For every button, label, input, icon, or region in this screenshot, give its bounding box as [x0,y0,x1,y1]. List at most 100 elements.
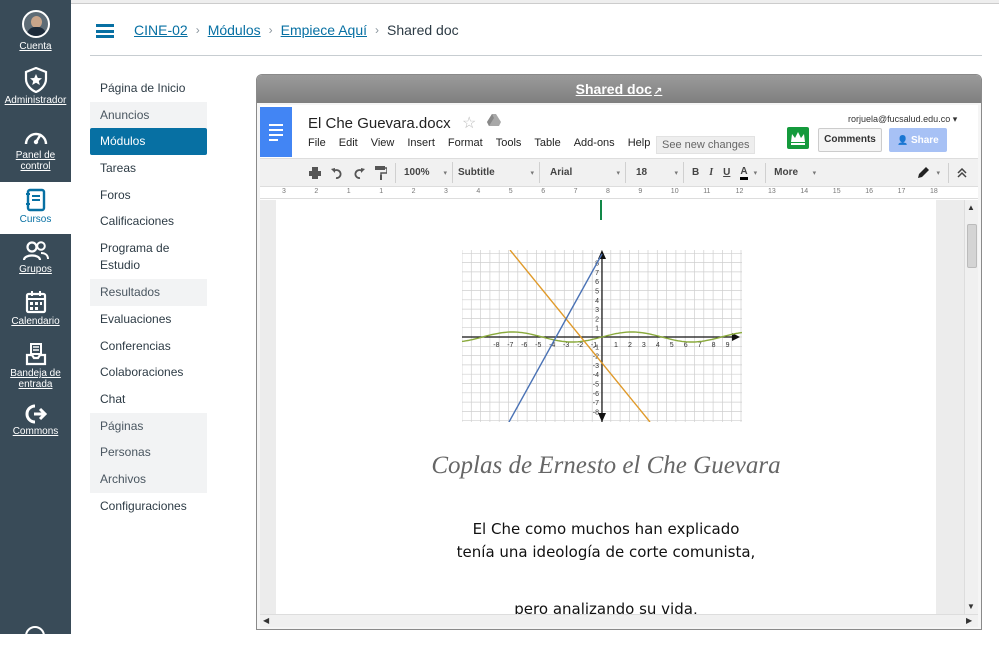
document-line[interactable]: El Che como muchos han explicado [276,520,936,538]
global-nav-groups[interactable]: Grupos [0,240,71,275]
user-email-menu[interactable]: rorjuela@fucsalud.edu.co ▾ [848,114,957,125]
scrollbar-thumb[interactable] [967,224,977,268]
global-nav-label: Cuenta [19,41,52,52]
graph-tick-label: 4 [595,298,599,305]
vertical-scrollbar[interactable]: ▲ ▼ [964,200,978,614]
italic-button[interactable]: I [704,162,718,183]
share-button[interactable]: 👤 Share [889,128,947,152]
document-name[interactable]: El Che Guevara.docx [308,115,451,132]
pen-icon[interactable]: ▾ [911,162,945,183]
comments-button[interactable]: Comments [818,128,882,152]
underline-button[interactable]: U [718,162,735,183]
text-color-button[interactable]: A ▾ [735,162,762,183]
course-nav-files[interactable]: Archivos [90,465,207,493]
scroll-right-icon[interactable]: ▶ [966,616,972,625]
document-title[interactable]: Coplas de Ernesto el Che Guevara [276,452,936,480]
undo-icon[interactable] [326,162,348,183]
menu-view[interactable]: View [371,137,395,149]
course-nav-settings[interactable]: Configuraciones [90,493,207,520]
ruler-label: 11 [703,188,711,195]
document-line[interactable]: tenía una ideología de corte comunista, [276,543,936,561]
drive-folder-icon[interactable] [487,114,501,126]
embedded-doc-frame: Shared doc ↗ El Che Guevara.docx ☆ File E… [256,74,982,630]
global-nav-account[interactable]: Cuenta [0,10,71,52]
course-nav-syllabus[interactable]: Programa de Estudio [90,235,207,279]
paint-format-icon[interactable] [370,162,392,183]
course-nav-assignments[interactable]: Tareas [90,155,207,182]
star-icon[interactable]: ☆ [462,113,476,133]
frame-title-link[interactable]: Shared doc [576,81,652,97]
graph-tick-label: -5 [535,342,541,349]
horizontal-scrollbar[interactable]: ◀ ▶ [260,614,978,627]
scroll-left-icon[interactable]: ◀ [263,616,269,625]
course-nav-collaborations[interactable]: Colaboraciones [90,359,207,386]
course-nav-quizzes[interactable]: Evaluaciones [90,306,207,333]
font-select[interactable]: Arial ▾ [540,162,626,183]
more-menu[interactable]: More ▾ [769,162,821,183]
menu-insert[interactable]: Insert [407,137,435,149]
course-nav-modules[interactable]: Módulos [90,128,207,156]
graph-tick-label: 6 [684,342,688,349]
global-nav-commons[interactable]: Commons [0,404,71,437]
collapse-toolbar-icon[interactable] [952,162,972,183]
header-divider [90,55,982,56]
graph-tick-label: -1 [593,344,599,351]
graph-tick-label: -7 [593,400,599,407]
docs-logo-icon[interactable] [260,107,292,157]
ruler-label: 10 [670,188,679,195]
breadcrumb-start-here[interactable]: Empiece Aquí [281,22,367,38]
course-nav-discussions[interactable]: Foros [90,182,207,209]
menu-table[interactable]: Table [534,137,560,149]
course-nav-outcomes[interactable]: Resultados [90,279,207,306]
graph-tick-label: 1 [595,326,599,333]
help-icon[interactable] [25,626,45,646]
caret-down-icon: ▾ [616,169,620,177]
scroll-down-icon[interactable]: ▼ [967,602,975,611]
ruler-label: 2 [411,188,416,195]
document-line[interactable]: pero analizando su vida, [276,600,936,614]
graph-tick-label: 7 [595,270,599,277]
global-nav-inbox[interactable]: Bandeja de entrada [0,342,71,390]
course-nav-people[interactable]: Personas [90,439,207,466]
breadcrumb-modules[interactable]: Módulos [208,22,261,38]
caret-down-icon: ▾ [753,169,758,177]
menu-tools[interactable]: Tools [496,137,522,149]
print-icon[interactable] [304,162,326,183]
caret-down-icon: ▾ [443,169,447,177]
global-nav-admin[interactable]: Administrador [0,67,71,106]
font-size-select[interactable]: 18 ▾ [626,162,684,183]
scroll-up-icon[interactable]: ▲ [967,203,975,212]
document-page[interactable]: -8-7-6-5-4-3-2-112345678987654321-1-2-3-… [276,200,936,614]
course-nav-pages[interactable]: Páginas [90,412,207,440]
course-nav-home[interactable]: Página de Inicio [90,75,207,102]
style-value: Subtitle [458,167,495,178]
global-nav-calendar[interactable]: Calendario [0,290,71,327]
redo-icon[interactable] [348,162,370,183]
menu-addons[interactable]: Add-ons [574,137,615,149]
graph-tick-label: 1 [614,342,618,349]
course-nav-grades[interactable]: Calificaciones [90,208,207,235]
see-new-changes-button[interactable]: See new changes [656,136,756,154]
ruler: 3 2 1 1 2 3 4 5 6 7 8 9 10 11 12 13 14 15 16 17 18 [260,187,978,199]
bold-label: B [692,167,700,178]
course-nav-announcements[interactable]: Anuncios [90,101,207,129]
graph-tick-label: -3 [563,342,569,349]
style-select[interactable]: Subtitle ▾ [453,162,540,183]
course-nav-chat[interactable]: Chat [90,386,207,413]
zoom-select[interactable]: 100% ▾ [399,162,453,183]
bold-button[interactable]: B [684,162,704,183]
menu-format[interactable]: Format [448,137,483,149]
global-nav-dashboard[interactable]: Panel de control [0,126,71,172]
addon-crown-icon[interactable] [787,127,809,149]
ruler-label: 1 [379,188,384,195]
breadcrumb-course[interactable]: CINE-02 [134,22,188,38]
course-nav-conferences[interactable]: Conferencias [90,333,207,360]
external-link-icon[interactable]: ↗ [654,86,662,97]
graph-tick-label: 8 [712,342,716,349]
menu-edit[interactable]: Edit [339,137,358,149]
chevron-right-icon: › [195,23,200,37]
hamburger-menu-icon[interactable] [96,24,114,38]
menu-help[interactable]: Help [628,137,651,149]
menu-file[interactable]: File [308,137,326,149]
global-nav-courses[interactable]: Cursos [0,182,71,234]
